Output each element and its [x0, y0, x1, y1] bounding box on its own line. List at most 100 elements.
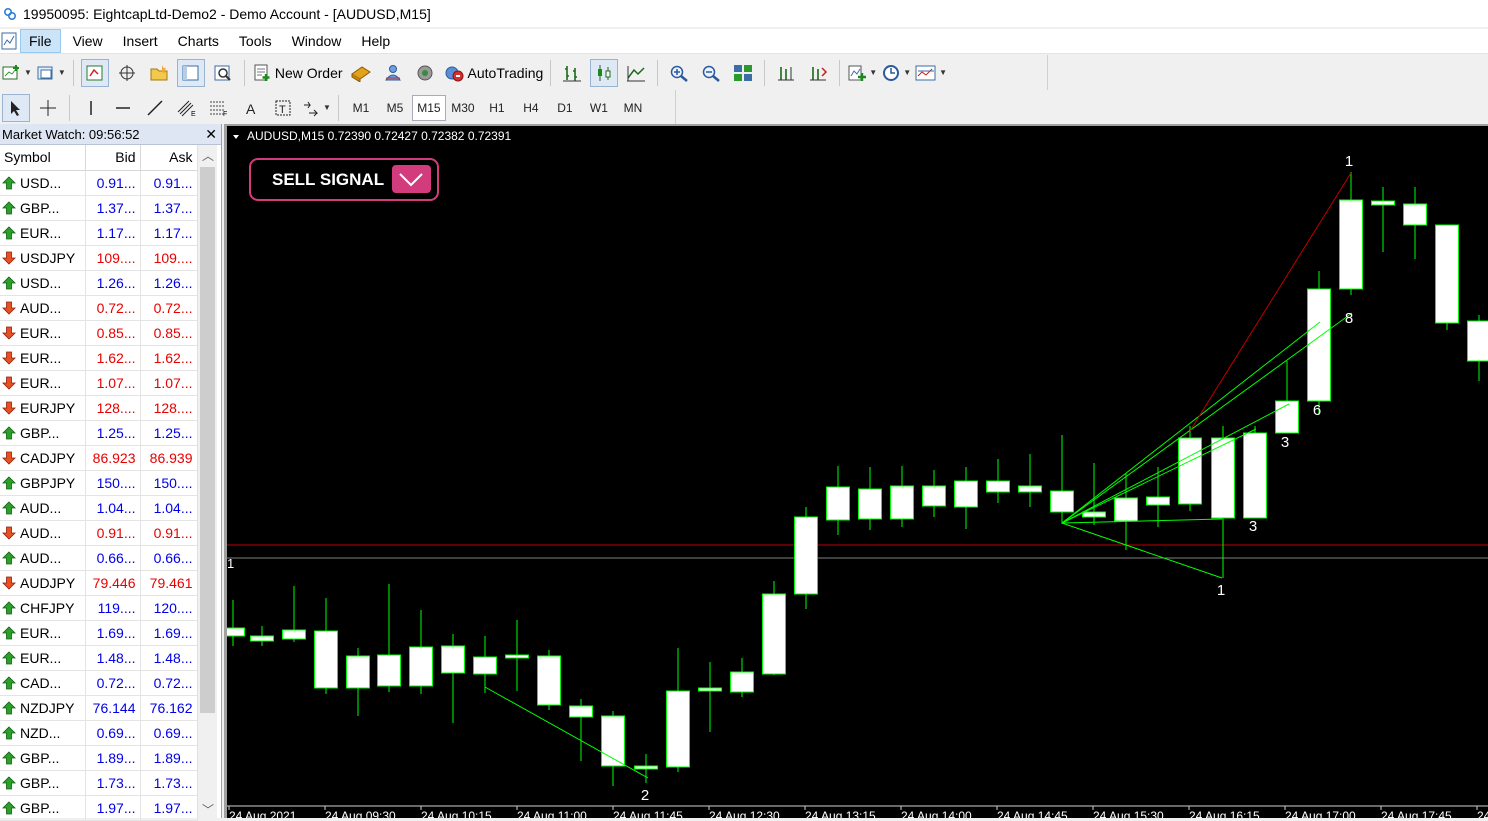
- market-button[interactable]: [411, 59, 439, 87]
- templates-button[interactable]: ▼: [915, 59, 947, 87]
- bar-chart-button[interactable]: [558, 59, 586, 87]
- text-label-button[interactable]: T: [269, 94, 297, 122]
- timeframe-m15[interactable]: M15: [412, 95, 446, 121]
- table-row[interactable]: CADJPY86.92386.939: [0, 445, 197, 470]
- table-row[interactable]: AUD...1.04...1.04...: [0, 495, 197, 520]
- new-chart-button[interactable]: ▼: [2, 59, 32, 87]
- timeframe-m5[interactable]: M5: [378, 95, 412, 121]
- menu-view[interactable]: View: [65, 29, 111, 53]
- table-row[interactable]: CAD...0.72...0.72...: [0, 670, 197, 695]
- table-row[interactable]: AUD...0.91...0.91...: [0, 520, 197, 545]
- market-watch-toggle[interactable]: [81, 59, 109, 87]
- table-row[interactable]: CHFJPY119....120....: [0, 595, 197, 620]
- column-header-ask[interactable]: Ask: [140, 145, 197, 170]
- menu-tools[interactable]: Tools: [231, 29, 280, 53]
- table-row[interactable]: EUR...0.85...0.85...: [0, 320, 197, 345]
- line-chart-button[interactable]: [622, 59, 650, 87]
- strategy-tester-button[interactable]: [209, 59, 237, 87]
- horizontal-line-button[interactable]: [109, 94, 137, 122]
- menu-file[interactable]: File: [20, 29, 61, 53]
- data-window-button[interactable]: [113, 59, 141, 87]
- price-up-arrow-icon: [2, 276, 16, 290]
- timeframe-mn[interactable]: MN: [616, 95, 650, 121]
- table-row[interactable]: USD...1.26...1.26...: [0, 270, 197, 295]
- periods-button[interactable]: ▼: [881, 59, 911, 87]
- navigator-button[interactable]: [145, 59, 173, 87]
- timeframe-h4[interactable]: H4: [514, 95, 548, 121]
- text-tool-button[interactable]: A: [237, 94, 265, 122]
- menu-insert[interactable]: Insert: [115, 29, 166, 53]
- table-row[interactable]: NZD...0.69...0.69...: [0, 720, 197, 745]
- scroll-up-icon[interactable]: ︿: [202, 147, 214, 164]
- timeframe-h1[interactable]: H1: [480, 95, 514, 121]
- table-row[interactable]: EUR...1.17...1.17...: [0, 220, 197, 245]
- market-watch-scrollbar[interactable]: ︿ ﹀: [197, 145, 217, 818]
- candlestick-chart-button[interactable]: [590, 59, 618, 87]
- table-row[interactable]: GBP...1.73...1.73...: [0, 770, 197, 795]
- table-row[interactable]: GBPJPY150....150....: [0, 470, 197, 495]
- vertical-line-button[interactable]: [77, 94, 105, 122]
- timeframe-m30[interactable]: M30: [446, 95, 480, 121]
- candle-body: [795, 517, 818, 594]
- time-axis-label: 24 Aug 11:00: [517, 809, 587, 818]
- timeframe-w1[interactable]: W1: [582, 95, 616, 121]
- timeframe-m1[interactable]: M1: [344, 95, 378, 121]
- timeframe-d1[interactable]: D1: [548, 95, 582, 121]
- scroll-down-icon[interactable]: ﹀: [202, 801, 214, 818]
- chart-window[interactable]: AUDUSD,M15 0.72390 0.72427 0.72382 0.723…: [224, 124, 1488, 818]
- bid-cell: 1.69...: [85, 620, 140, 645]
- signals-button[interactable]: [379, 59, 407, 87]
- new-order-button[interactable]: New Order: [252, 59, 343, 87]
- menu-window[interactable]: Window: [284, 29, 350, 53]
- sell-signal-label: SELL SIGNAL: [272, 170, 384, 189]
- fibonacci-button[interactable]: F: [205, 94, 233, 122]
- table-row[interactable]: EUR...1.07...1.07...: [0, 370, 197, 395]
- table-row[interactable]: EUR...1.48...1.48...: [0, 645, 197, 670]
- candle-body: [1212, 438, 1235, 518]
- tile-windows-icon: [733, 64, 753, 82]
- table-row[interactable]: NZDJPY76.14476.162: [0, 695, 197, 720]
- table-row[interactable]: USDJPY109....109....: [0, 245, 197, 270]
- table-row[interactable]: AUDJPY79.44679.461: [0, 570, 197, 595]
- zoom-out-button[interactable]: [697, 59, 725, 87]
- price-up-arrow-icon: [2, 176, 16, 190]
- autotrading-button[interactable]: AutoTrading: [443, 59, 544, 87]
- table-row[interactable]: EUR...1.62...1.62...: [0, 345, 197, 370]
- table-row[interactable]: AUD...0.66...0.66...: [0, 545, 197, 570]
- zoom-in-button[interactable]: [665, 59, 693, 87]
- tile-windows-button[interactable]: [729, 59, 757, 87]
- menu-help[interactable]: Help: [353, 29, 398, 53]
- chart-shift-button[interactable]: [772, 59, 800, 87]
- symbol-cell: GBP...: [0, 745, 85, 770]
- metaeditor-button[interactable]: [347, 59, 375, 87]
- close-icon[interactable]: ✕: [205, 126, 217, 143]
- symbol-name: GBP...: [20, 750, 59, 766]
- arrows-button[interactable]: ▼: [301, 94, 331, 122]
- table-row[interactable]: EUR...1.69...1.69...: [0, 620, 197, 645]
- profiles-button[interactable]: ▼: [36, 59, 66, 87]
- table-row[interactable]: AUD...0.72...0.72...: [0, 295, 197, 320]
- time-axis-label: 24 Aug 14:45: [997, 809, 1068, 818]
- cursor-tool-button[interactable]: [2, 94, 30, 122]
- indicators-button[interactable]: ▼: [847, 59, 877, 87]
- chart-window-icon[interactable]: [1, 31, 18, 51]
- symbol-name: EURJPY: [20, 400, 75, 416]
- horizontal-line-icon: [114, 99, 132, 117]
- equidistant-channel-button[interactable]: E: [173, 94, 201, 122]
- table-row[interactable]: GBP...1.89...1.89...: [0, 745, 197, 770]
- table-row[interactable]: GBP...1.97...1.97...: [0, 795, 197, 820]
- terminal-button[interactable]: [177, 59, 205, 87]
- table-row[interactable]: GBP...1.25...1.25...: [0, 420, 197, 445]
- table-row[interactable]: USD...0.91...0.91...: [0, 170, 197, 195]
- column-header-bid[interactable]: Bid: [85, 145, 140, 170]
- symbol-cell: AUD...: [0, 495, 85, 520]
- column-header-symbol[interactable]: Symbol: [0, 145, 85, 170]
- crosshair-tool-button[interactable]: [34, 94, 62, 122]
- menu-charts[interactable]: Charts: [170, 29, 227, 53]
- autoscroll-button[interactable]: [804, 59, 832, 87]
- table-row[interactable]: GBP...1.37...1.37...: [0, 195, 197, 220]
- scroll-thumb[interactable]: [200, 167, 215, 713]
- table-row[interactable]: EURJPY128....128....: [0, 395, 197, 420]
- price-chart[interactable]: AUDUSD,M15 0.72390 0.72427 0.72382 0.723…: [227, 126, 1488, 818]
- trendline-button[interactable]: [141, 94, 169, 122]
